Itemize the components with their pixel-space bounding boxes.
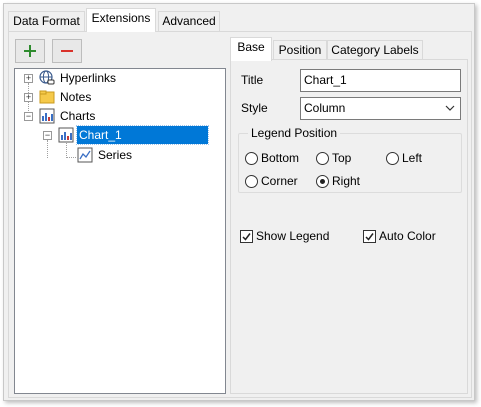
tree-connector: [47, 140, 48, 158]
add-button[interactable]: [15, 39, 45, 63]
title-input[interactable]: Chart_1: [300, 69, 461, 92]
checkmark-icon: [242, 232, 251, 241]
radio-label: Top: [332, 151, 352, 165]
remove-button[interactable]: [52, 39, 82, 63]
show-legend-label: Show Legend: [256, 229, 330, 243]
tree-item-label: Charts: [60, 109, 96, 123]
radio-indicator: [316, 174, 329, 188]
tab-advanced[interactable]: Advanced: [158, 11, 220, 32]
auto-color-label: Auto Color: [379, 229, 436, 243]
style-select[interactable]: Column: [300, 97, 461, 120]
auto-color-checkbox[interactable]: Auto Color: [363, 228, 436, 244]
title-label: Title: [241, 73, 264, 87]
legend-position-group: Legend Position Bottom Top Left Corner R…: [238, 126, 462, 193]
radio-label: Bottom: [261, 151, 300, 165]
tab-data-format[interactable]: Data Format: [8, 11, 85, 32]
radio-indicator: [245, 151, 258, 165]
radio-corner[interactable]: Corner: [245, 173, 298, 189]
tree-connector: [66, 157, 76, 158]
radio-right[interactable]: Right: [316, 173, 360, 189]
tree-item-label: Series: [98, 148, 133, 162]
radio-label: Left: [402, 151, 423, 165]
tree-item-label: Hyperlinks: [60, 71, 117, 85]
tab-extensions[interactable]: Extensions: [86, 8, 156, 32]
tab-category-labels[interactable]: Category Labels: [327, 40, 423, 60]
line-series-icon: [77, 147, 93, 163]
extensions-tree[interactable]: + Hyperlinks + Notes − Charts − Chart_1 …: [14, 68, 226, 394]
tree-item-label: Notes: [60, 90, 92, 104]
radio-indicator: [245, 174, 258, 188]
expand-hyperlinks-icon[interactable]: +: [24, 74, 33, 83]
globe-link-icon: [39, 70, 55, 86]
tree-item-series[interactable]: Series: [77, 146, 134, 164]
style-select-value: Column: [304, 101, 346, 115]
radio-indicator: [386, 151, 399, 165]
radio-top[interactable]: Top: [316, 150, 351, 166]
radio-left[interactable]: Left: [386, 150, 422, 166]
minus-icon: [61, 50, 73, 52]
folder-note-icon: [39, 89, 55, 105]
collapse-charts-icon[interactable]: −: [24, 112, 33, 121]
base-properties-panel: Title Chart_1 Style Column Legend Positi…: [230, 59, 468, 394]
tree-item-label: Chart_1: [76, 125, 209, 145]
radio-label: Right: [332, 174, 361, 188]
expand-notes-icon[interactable]: +: [24, 93, 33, 102]
style-label: Style: [241, 101, 268, 115]
tree-item-chart-1[interactable]: Chart_1: [58, 125, 209, 145]
show-legend-checkbox[interactable]: Show Legend: [240, 228, 329, 244]
dialog-panel: Data Format Extensions Advanced + Hyperl…: [3, 3, 475, 401]
chart-icon: [39, 108, 55, 124]
tree-item-notes[interactable]: Notes: [39, 88, 93, 106]
tree-item-hyperlinks[interactable]: Hyperlinks: [39, 69, 118, 87]
chart-icon: [58, 127, 74, 143]
plus-icon: [24, 45, 36, 57]
tree-item-charts[interactable]: Charts: [39, 107, 97, 125]
radio-indicator: [316, 151, 329, 165]
tab-base[interactable]: Base: [230, 37, 272, 61]
chevron-down-icon: [445, 98, 455, 126]
checkbox-indicator: [240, 229, 253, 243]
legend-position-title: Legend Position: [248, 126, 341, 140]
collapse-chart1-icon[interactable]: −: [43, 131, 52, 140]
radio-bottom[interactable]: Bottom: [245, 150, 299, 166]
extensions-tab-content: + Hyperlinks + Notes − Charts − Chart_1 …: [8, 31, 472, 398]
checkbox-indicator: [363, 229, 376, 243]
checkmark-icon: [365, 232, 374, 241]
tab-position[interactable]: Position: [273, 40, 327, 60]
radio-label: Corner: [261, 174, 298, 188]
